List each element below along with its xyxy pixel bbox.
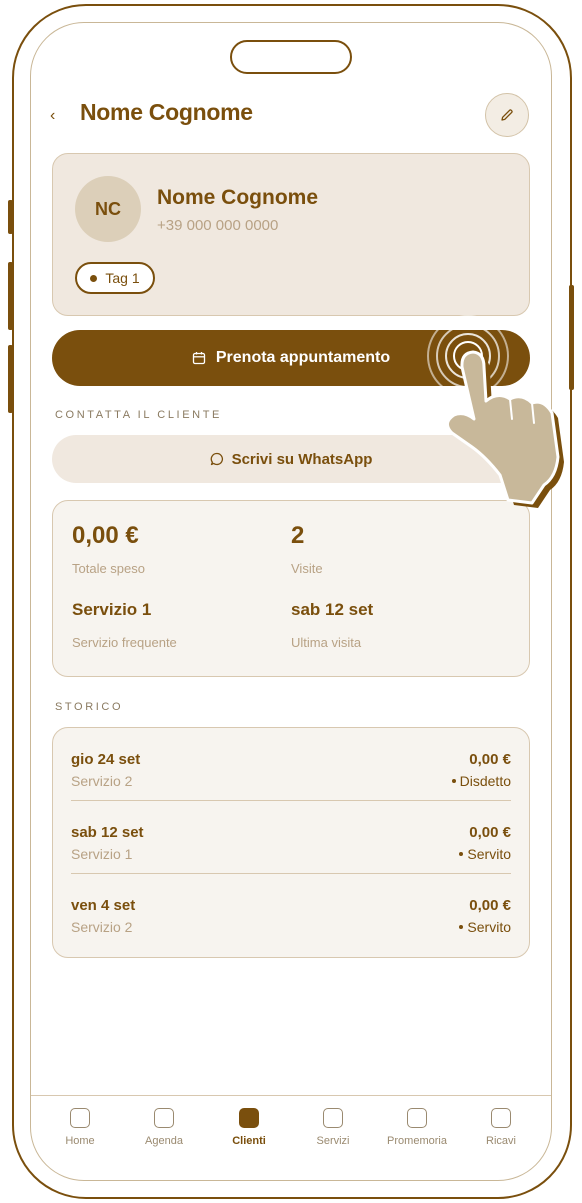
- agenda-icon: [154, 1108, 174, 1128]
- page-title: Nome Cognome: [80, 99, 253, 125]
- reminder-icon: [407, 1108, 427, 1128]
- history-status-label: Servito: [467, 919, 511, 935]
- contact-section-label: CONTATTA IL CLIENTE: [55, 409, 222, 421]
- revenue-icon: [491, 1108, 511, 1128]
- history-service: Servizio 1: [71, 846, 133, 862]
- home-icon: [70, 1108, 90, 1128]
- history-list: gio 24 set Servizio 2 0,00 € Disdetto sa…: [52, 727, 530, 958]
- total-spent-label: Totale speso: [72, 561, 145, 576]
- edit-button[interactable]: [485, 93, 529, 137]
- tab-label: Agenda: [145, 1135, 183, 1147]
- tab-label: Home: [65, 1135, 95, 1147]
- client-profile-card: NC Nome Cognome +39 000 000 0000 Tag 1: [52, 153, 530, 316]
- pencil-icon: [501, 109, 513, 121]
- history-date: sab 12 set: [71, 824, 144, 841]
- clients-icon: [239, 1108, 259, 1128]
- history-status: Servito: [459, 919, 511, 935]
- whatsapp-label: Scrivi su WhatsApp: [231, 450, 373, 468]
- history-row[interactable]: sab 12 set Servizio 1 0,00 € Servito: [53, 801, 529, 874]
- whatsapp-button[interactable]: Scrivi su WhatsApp: [52, 435, 530, 483]
- phone-side-button: [8, 345, 13, 413]
- avatar: NC: [75, 176, 141, 242]
- status-dot-icon: [459, 852, 464, 856]
- client-stats-card: 0,00 € Totale speso 2 Visite Servizio 1 …: [52, 500, 530, 677]
- book-appointment-button[interactable]: Prenota appuntamento: [52, 330, 530, 386]
- bottom-tab-bar: Home Agenda Clienti Servizi Promemoria R…: [31, 1095, 551, 1180]
- history-status: Disdetto: [451, 773, 511, 789]
- last-visit-value: sab 12 set: [291, 600, 374, 619]
- calendar-icon: [192, 352, 206, 365]
- tab-servizi[interactable]: Servizi: [291, 1108, 375, 1158]
- history-amount: 0,00 €: [469, 897, 511, 914]
- chevron-left-icon: ‹: [50, 107, 56, 124]
- visits-value: 2: [291, 522, 305, 549]
- last-visit-label: Ultima visita: [291, 635, 362, 650]
- visits-label: Visite: [291, 561, 323, 576]
- history-date: gio 24 set: [71, 751, 141, 768]
- tag-dot-icon: [90, 274, 98, 282]
- history-service: Servizio 2: [71, 919, 133, 935]
- tag-chip[interactable]: Tag 1: [75, 262, 155, 294]
- client-phone: +39 000 000 0000: [157, 217, 279, 234]
- status-dot-icon: [459, 925, 464, 929]
- tab-label: Servizi: [316, 1135, 350, 1147]
- history-status: Servito: [459, 846, 511, 862]
- history-amount: 0,00 €: [469, 824, 511, 841]
- services-icon: [323, 1108, 343, 1128]
- tab-label: Clienti: [232, 1135, 266, 1147]
- frequent-service-label: Servizio frequente: [72, 635, 177, 650]
- history-service: Servizio 2: [71, 773, 133, 789]
- phone-side-button: [569, 285, 574, 390]
- history-row[interactable]: ven 4 set Servizio 2 0,00 € Servito: [53, 874, 529, 947]
- tab-agenda[interactable]: Agenda: [122, 1108, 206, 1158]
- tab-ricavi[interactable]: Ricavi: [459, 1108, 543, 1158]
- client-name: Nome Cognome: [157, 186, 319, 209]
- book-appointment-label: Prenota appuntamento: [215, 349, 391, 366]
- tab-label: Ricavi: [486, 1135, 516, 1147]
- phone-side-button: [8, 262, 13, 330]
- page-header: ‹ Nome Cognome: [50, 93, 532, 137]
- history-section-label: STORICO: [55, 701, 124, 713]
- chat-bubble-icon: [210, 452, 223, 466]
- frequent-service-value: Servizio 1: [72, 600, 152, 619]
- tag-label: Tag 1: [105, 270, 140, 286]
- history-row[interactable]: gio 24 set Servizio 2 0,00 € Disdetto: [53, 728, 529, 801]
- history-status-label: Servito: [467, 846, 511, 862]
- tab-home[interactable]: Home: [38, 1108, 122, 1158]
- history-amount: 0,00 €: [469, 751, 511, 768]
- back-button[interactable]: ‹: [50, 104, 64, 128]
- tab-clienti[interactable]: Clienti: [207, 1108, 291, 1158]
- total-spent-value: 0,00 €: [72, 522, 139, 549]
- history-date: ven 4 set: [71, 897, 136, 914]
- history-status-label: Disdetto: [459, 773, 511, 789]
- tab-promemoria[interactable]: Promemoria: [375, 1108, 459, 1158]
- phone-side-button: [8, 200, 13, 234]
- tab-label: Promemoria: [387, 1135, 447, 1147]
- status-dot-icon: [451, 779, 456, 783]
- dynamic-island: [230, 40, 352, 74]
